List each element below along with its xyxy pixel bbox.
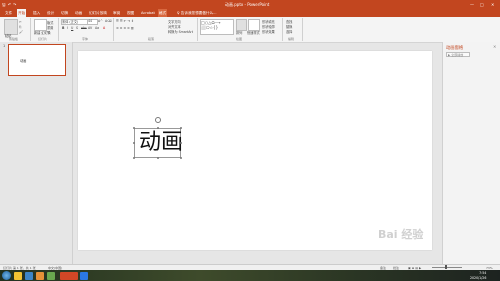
tab-animations[interactable]: 动画 xyxy=(74,9,83,17)
bullets-icon[interactable]: ☰ ☰ ⇤ ⇥ ↕ xyxy=(116,19,134,23)
group-separator xyxy=(30,18,31,41)
window-title: 动画.pptx - PowerPoint xyxy=(225,2,270,7)
format-painter-icon[interactable]: 🖌 xyxy=(19,30,23,34)
italic-button[interactable]: I xyxy=(67,26,68,30)
paragraph-group-label: 段落 xyxy=(148,37,155,41)
ribbon-tabs: 文件 开始 插入 设计 切换 动画 幻灯片放映 审阅 视图 Acrobat 格式… xyxy=(0,9,500,17)
play-all-button[interactable]: ▶ 全部播放 xyxy=(446,52,470,57)
app-icon[interactable] xyxy=(47,271,55,280)
strike-button[interactable]: abc xyxy=(81,26,87,30)
resize-handle[interactable] xyxy=(132,141,136,145)
resize-handle[interactable] xyxy=(179,141,183,145)
animation-pane-title: 动画窗格 xyxy=(446,46,464,51)
tab-acrobat[interactable]: Acrobat xyxy=(140,9,156,17)
rotate-handle[interactable] xyxy=(155,117,161,123)
close-button[interactable]: ✕ xyxy=(491,0,494,9)
minimize-button[interactable]: — xyxy=(470,0,474,9)
align-icons[interactable]: ≡ ≡ ≡ ≡ ▥ xyxy=(116,26,134,30)
group-separator xyxy=(282,18,283,41)
grow-font-icon[interactable]: A^ xyxy=(98,19,103,23)
cut-icon[interactable]: ✂ xyxy=(19,20,22,24)
powerpoint-taskbar-icon[interactable] xyxy=(60,271,78,280)
tab-design[interactable]: 设计 xyxy=(46,9,55,17)
thumbnail-number: 1 xyxy=(3,44,6,48)
group-separator xyxy=(113,18,114,41)
resize-handle[interactable] xyxy=(132,126,136,130)
case-button[interactable]: Aa xyxy=(95,26,99,30)
slides-group-label: 幻灯片 xyxy=(38,37,48,41)
select-button[interactable]: 选择 xyxy=(286,29,292,34)
section-button[interactable]: 节 xyxy=(47,30,50,35)
editing-group-label: 编辑 xyxy=(288,37,295,41)
tab-home[interactable]: 开始 xyxy=(17,9,27,17)
slide-canvas[interactable] xyxy=(78,51,432,250)
copy-icon[interactable]: ⎘ xyxy=(19,25,22,29)
clock: 7:54 2020/1/26 xyxy=(470,271,487,280)
tab-view[interactable]: 视图 xyxy=(126,9,135,17)
smartart-button[interactable]: 转换为 SmartArt xyxy=(168,29,193,34)
browser-icon[interactable] xyxy=(25,271,33,280)
start-button[interactable] xyxy=(2,271,11,280)
tab-insert[interactable]: 插入 xyxy=(32,9,41,17)
font-group-label: 字体 xyxy=(82,37,89,41)
close-icon[interactable]: ✕ xyxy=(493,44,496,49)
drawing-group-label: 绘图 xyxy=(236,37,243,41)
redo-icon[interactable]: ↷ xyxy=(13,0,16,9)
tab-slideshow[interactable]: 幻灯片放映 xyxy=(88,9,108,17)
animation-pane xyxy=(442,42,500,264)
resize-handle[interactable] xyxy=(156,156,160,160)
save-icon[interactable]: 🖫 xyxy=(2,0,5,9)
font-color-icon[interactable]: A xyxy=(103,26,105,30)
group-separator xyxy=(302,18,303,41)
resize-handle[interactable] xyxy=(179,126,183,130)
bold-button[interactable]: B xyxy=(62,26,64,30)
spacing-button[interactable]: AV xyxy=(88,26,92,30)
app-icon[interactable] xyxy=(80,271,88,280)
undo-icon[interactable]: ↶ xyxy=(8,0,11,9)
shapes-icons: □○△⬭⟶ ⬜⬠☆{} xyxy=(201,20,221,30)
file-explorer-icon[interactable] xyxy=(14,271,22,280)
group-separator xyxy=(58,18,59,41)
watermark: Bai 经验 xyxy=(378,228,424,241)
tab-file[interactable]: 文件 xyxy=(4,9,13,17)
slide-thumbnail[interactable] xyxy=(8,44,66,76)
font-name-value: 宋体 (正文) xyxy=(62,20,79,24)
clipboard-group-label: 剪贴板 xyxy=(9,37,19,41)
tab-review[interactable]: 审阅 xyxy=(112,9,121,17)
tab-transitions[interactable]: 切换 xyxy=(60,9,69,17)
thumbnail-text: 动画 xyxy=(20,59,27,63)
quick-styles-label: 快速样式 xyxy=(247,31,260,35)
ribbon: 粘贴 ✂ ⎘ 🖌 剪贴板 新建 幻灯片 版式 重置 节 幻灯片 宋体 (正文) … xyxy=(0,17,500,43)
clear-format-icon[interactable]: A⌫ xyxy=(105,19,112,23)
underline-button[interactable]: U xyxy=(71,26,73,30)
zoom-slider[interactable] xyxy=(432,266,462,268)
shape-effects-button[interactable]: 形状效果 xyxy=(262,29,275,34)
tell-me-box[interactable]: ♀ 告诉我您想要做什么... xyxy=(176,9,218,17)
arrange-label: 排列 xyxy=(236,31,243,35)
zoom-slider-thumb[interactable] xyxy=(445,265,447,269)
resize-handle[interactable] xyxy=(156,126,160,130)
group-separator xyxy=(197,18,198,41)
font-size-value: 44 xyxy=(88,19,93,23)
resize-handle[interactable] xyxy=(132,156,136,160)
title-bar: 🖫 ↶ ↷ 动画.pptx - PowerPoint — □ ✕ xyxy=(0,0,500,9)
slide-text[interactable]: 动画 xyxy=(139,128,183,158)
resize-handle[interactable] xyxy=(179,156,183,160)
shadow-button[interactable]: S xyxy=(76,26,78,30)
app-icon[interactable] xyxy=(36,271,44,280)
maximize-button[interactable]: □ xyxy=(480,0,484,9)
tab-format[interactable]: 格式 xyxy=(158,9,168,17)
